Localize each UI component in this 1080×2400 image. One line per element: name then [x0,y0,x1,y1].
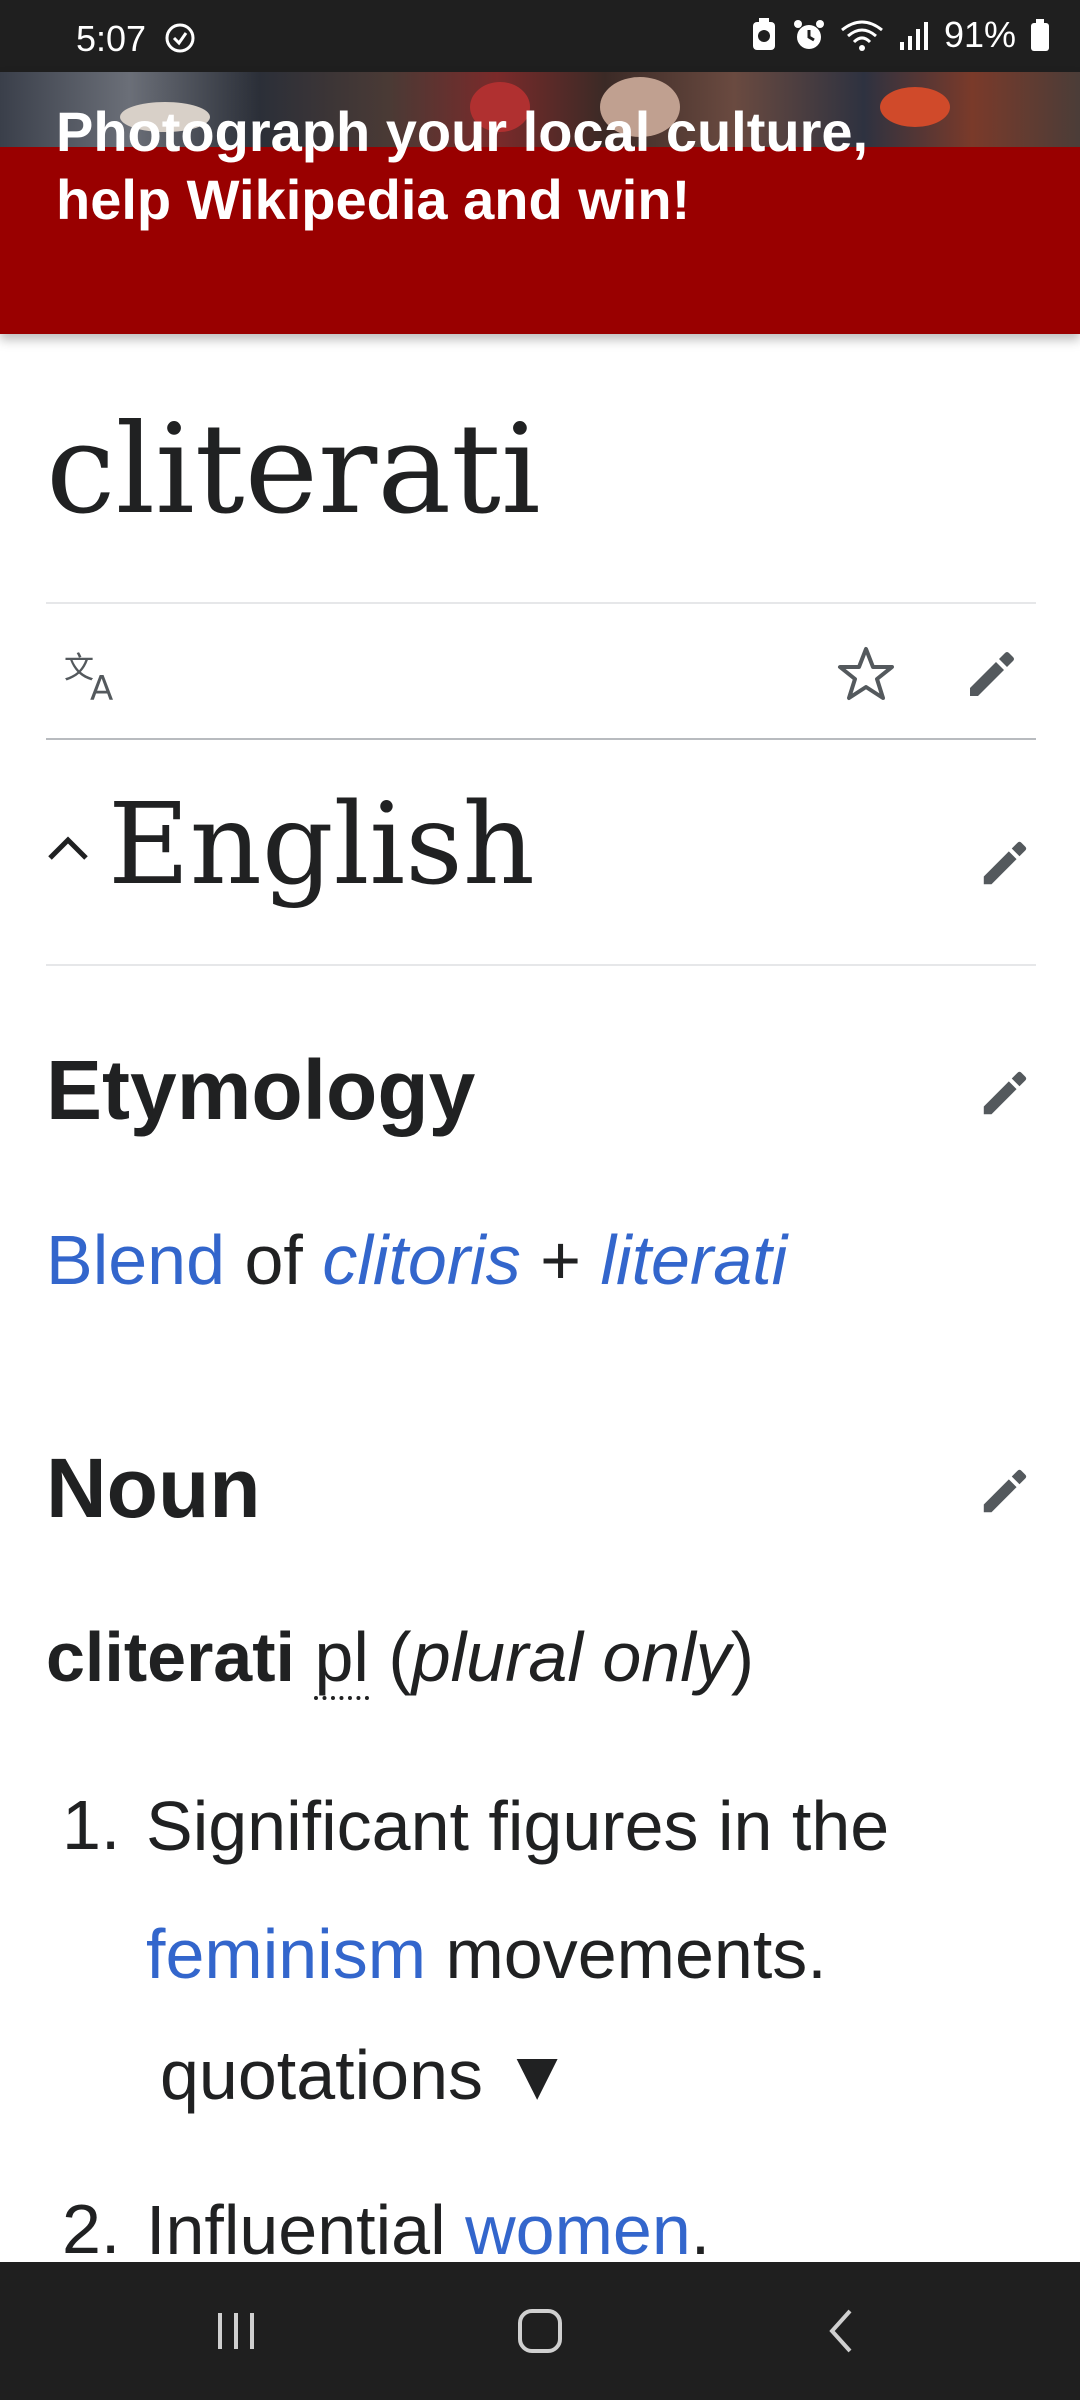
status-time: 5:07 [76,18,147,59]
quotations-toggle[interactable]: quotations ▼ [160,2030,572,2120]
divider [46,738,1036,740]
plural-only-label: plural only [411,1618,731,1696]
edit-section-icon[interactable] [972,1458,1038,1524]
headword: cliterati [46,1618,295,1696]
alarm-icon [793,20,824,49]
edit-section-icon[interactable] [972,1060,1038,1126]
divider [46,964,1036,966]
divider [46,602,1036,604]
battery-percent: 91% [943,14,1016,55]
signal-icon [899,22,928,50]
edit-section-icon[interactable] [972,830,1038,896]
navigation-bar [0,2262,1080,2400]
sense-number: 1. [62,1786,121,1864]
banner-title[interactable]: Photograph your local culture, help Wiki… [56,98,956,234]
link-clitoris[interactable]: clitoris [322,1221,520,1299]
link-women[interactable]: women [465,2191,691,2269]
home-icon[interactable] [460,2262,620,2400]
headword-line: cliterati pl (plural only) [46,1612,754,1702]
wifi-icon [841,20,883,51]
edit-pencil-icon[interactable] [954,636,1030,712]
recent-apps-icon[interactable] [156,2262,316,2400]
battery-saver-icon [752,18,775,50]
translate-icon[interactable]: 文 A [56,640,128,712]
sense-number: 2. [62,2190,121,2268]
noun-heading: Noun [46,1441,261,1535]
page-title: cliterati [46,398,541,542]
plural-abbreviation[interactable]: pl [314,1618,369,1700]
link-feminism[interactable]: feminism [146,1915,426,1993]
etymology-heading: Etymology [46,1043,476,1137]
sense-definition: Significant figures in the feminism move… [146,1787,890,1993]
back-icon[interactable] [762,2262,922,2400]
link-literati[interactable]: literati [601,1221,788,1299]
language-heading[interactable]: English [108,780,535,910]
status-bar: 5:07 91% [0,0,1080,72]
etymology-text: Blend of clitoris + literati [46,1221,788,1299]
battery-icon [1031,19,1049,51]
sync-icon [165,23,195,53]
link-blend[interactable]: Blend [46,1221,225,1299]
chevron-up-icon[interactable] [46,832,90,867]
svg-text:A: A [90,669,113,704]
star-icon[interactable] [828,636,904,712]
